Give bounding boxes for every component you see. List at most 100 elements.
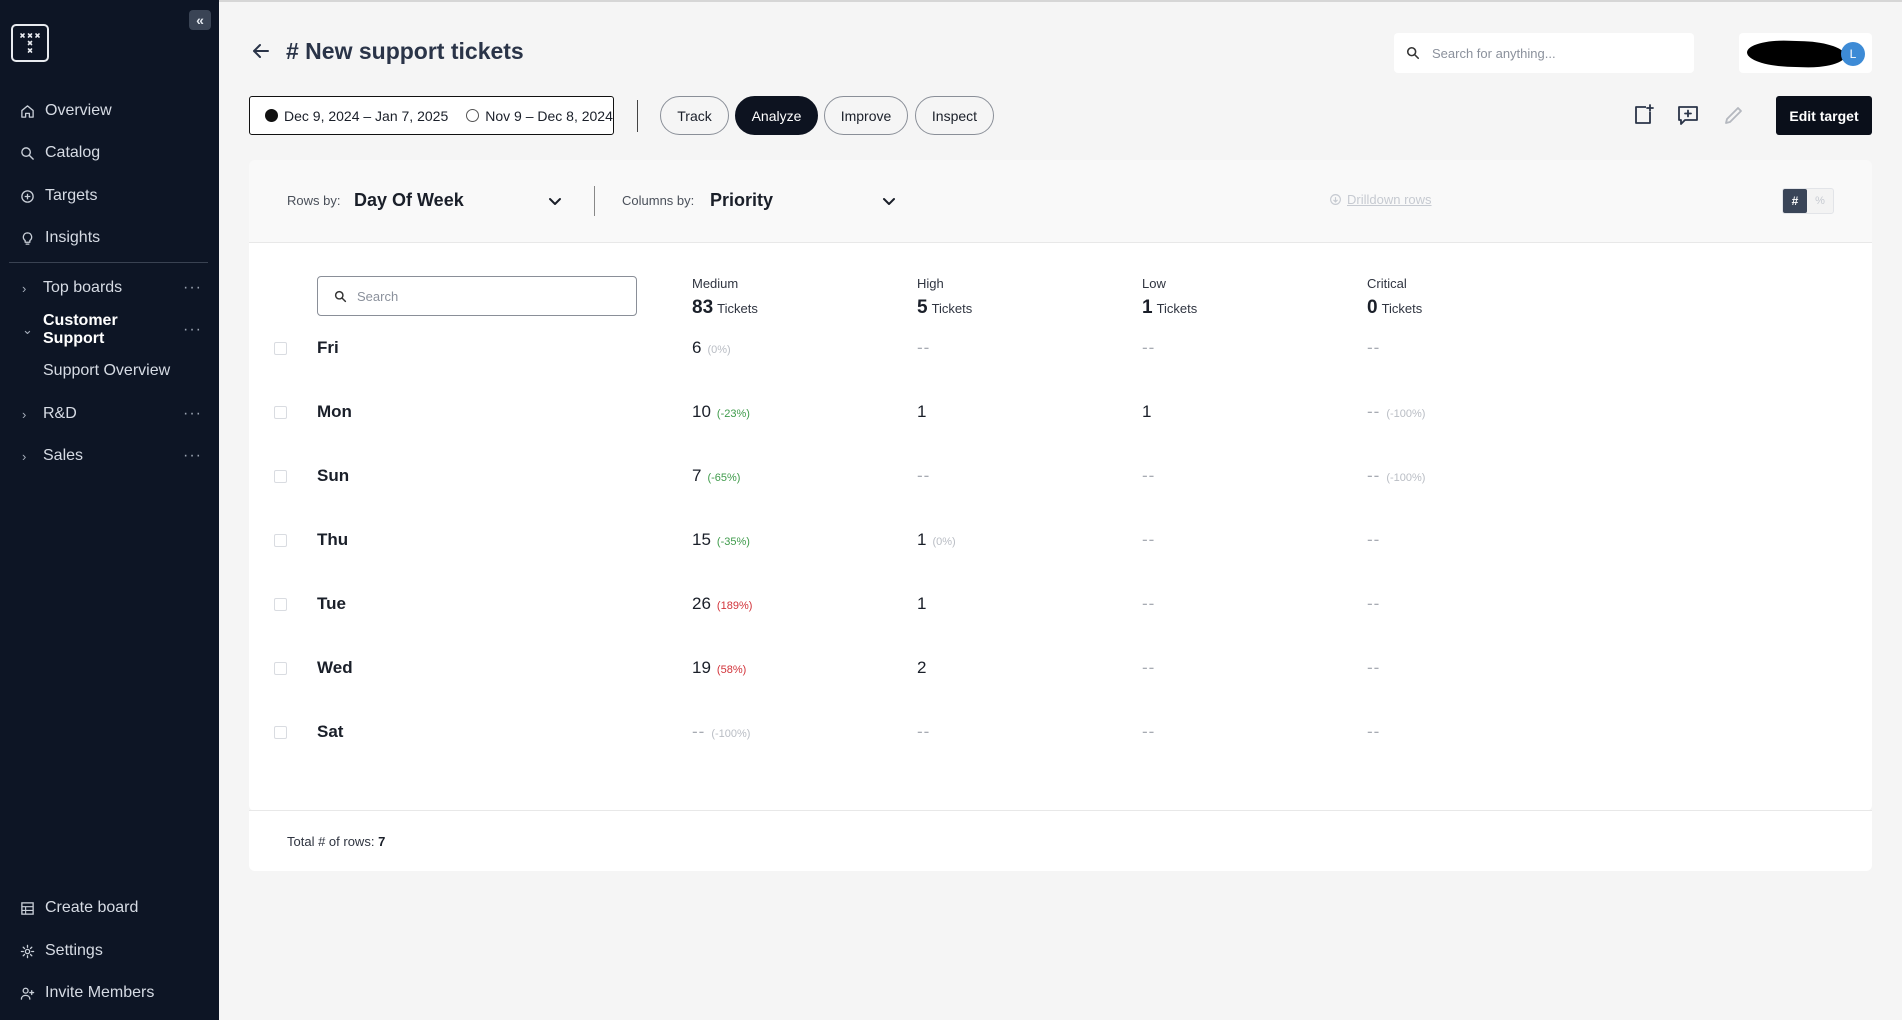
table-cell[interactable]: --	[1367, 530, 1380, 550]
table-row[interactable]: Tue 26 (189%) 1 -- --	[249, 584, 1872, 624]
table-cell[interactable]: -- (-100%)	[692, 722, 750, 742]
table-cell[interactable]: --	[1142, 594, 1155, 614]
nav-settings[interactable]: Settings	[20, 937, 103, 965]
table-cell[interactable]: 19 (58%)	[692, 658, 746, 678]
table-row[interactable]: Wed 19 (58%) 2 -- --	[249, 648, 1872, 688]
column-header-critical[interactable]: Critical 0 Tickets	[1367, 276, 1422, 319]
row-checkbox[interactable]	[274, 406, 287, 419]
date-range-selector[interactable]: Dec 9, 2024 – Jan 7, 2025 Nov 9 – Dec 8,…	[249, 96, 614, 135]
table-cell[interactable]: 6 (0%)	[692, 338, 731, 358]
table-cell[interactable]: 1	[917, 402, 926, 422]
add-to-board-icon[interactable]	[1631, 103, 1655, 127]
row-checkbox[interactable]	[274, 598, 287, 611]
board-sales[interactable]: › Sales ···	[22, 442, 212, 470]
column-header-medium[interactable]: Medium 83 Tickets	[692, 276, 758, 319]
board-top-boards[interactable]: › Top boards ···	[22, 274, 212, 302]
chevron-down-icon[interactable]	[881, 193, 897, 209]
table-row[interactable]: Fri 6 (0%) -- -- --	[249, 328, 1872, 368]
nav-insights[interactable]: Insights	[20, 224, 100, 252]
table-cell[interactable]: 15 (-35%)	[692, 530, 750, 550]
chevron-down-icon: ⌄	[22, 322, 33, 337]
cell-value: --	[1142, 594, 1156, 613]
cell-value: --	[1142, 658, 1156, 677]
row-checkbox[interactable]	[274, 342, 287, 355]
edit-pencil-icon[interactable]	[1722, 103, 1746, 127]
table-cell[interactable]: --	[1142, 466, 1155, 486]
table-row[interactable]: Sun 7 (-65%) -- -- -- (-100%)	[249, 456, 1872, 496]
table-row[interactable]: Mon 10 (-23%) 1 1 -- (-100%)	[249, 392, 1872, 432]
row-checkbox[interactable]	[274, 662, 287, 675]
rows-by-dropdown[interactable]: Day Of Week	[354, 190, 464, 211]
table-cell[interactable]: --	[1142, 530, 1155, 550]
drilldown-rows-button[interactable]: Drilldown rows	[1329, 192, 1432, 207]
global-search-input[interactable]	[1432, 45, 1672, 61]
table-cell[interactable]: 26 (189%)	[692, 594, 752, 614]
nav-catalog[interactable]: Catalog	[20, 139, 100, 167]
columns-by-dropdown[interactable]: Priority	[710, 190, 773, 211]
table-cell[interactable]: --	[917, 338, 930, 358]
column-name: Low	[1142, 276, 1166, 291]
sidebar-divider	[9, 262, 208, 263]
avatar[interactable]: L	[1841, 42, 1865, 66]
app-logo-icon[interactable]	[11, 24, 49, 62]
more-icon[interactable]: ···	[183, 321, 202, 339]
user-menu[interactable]: L	[1739, 33, 1872, 73]
tab-inspect[interactable]: Inspect	[915, 96, 994, 135]
table-row[interactable]: Sat -- (-100%) -- -- --	[249, 712, 1872, 752]
cell-value: --	[917, 466, 931, 485]
table-cell[interactable]: 10 (-23%)	[692, 402, 750, 422]
table-cell[interactable]: --	[917, 722, 930, 742]
table-cell[interactable]: --	[1142, 722, 1155, 742]
table-cell[interactable]: --	[917, 466, 930, 486]
nav-targets[interactable]: Targets	[20, 182, 97, 210]
row-checkbox[interactable]	[274, 726, 287, 739]
table-search-input[interactable]	[357, 288, 617, 304]
global-search[interactable]	[1394, 33, 1694, 73]
table-cell[interactable]: --	[1142, 338, 1155, 358]
table-cell[interactable]: -- (-100%)	[1367, 402, 1425, 422]
table-search[interactable]	[317, 276, 637, 316]
more-icon[interactable]: ···	[183, 447, 202, 465]
compare-range-radio[interactable]	[466, 109, 480, 122]
table-cell[interactable]: 2	[917, 658, 926, 678]
nav-create-board[interactable]: Create board	[20, 894, 138, 922]
row-checkbox[interactable]	[274, 534, 287, 547]
table-cell[interactable]: -- (-100%)	[1367, 466, 1425, 486]
board-customer-support[interactable]: ⌄ Customer Support ···	[22, 312, 212, 347]
row-label: Thu	[317, 530, 349, 549]
table-cell[interactable]: 1	[917, 594, 926, 614]
tab-analyze[interactable]: Analyze	[735, 96, 818, 135]
nav-invite-members[interactable]: Invite Members	[20, 979, 154, 1007]
tab-improve[interactable]: Improve	[824, 96, 908, 135]
add-comment-icon[interactable]	[1676, 103, 1700, 127]
board-rnd[interactable]: › R&D ···	[22, 400, 212, 428]
board-support-overview[interactable]: Support Overview	[43, 358, 170, 384]
more-icon[interactable]: ···	[183, 279, 202, 297]
table-cell[interactable]: 1	[1142, 402, 1151, 422]
nav-overview[interactable]: Overview	[20, 97, 112, 125]
table-cell[interactable]: --	[1367, 338, 1380, 358]
tab-track[interactable]: Track	[660, 96, 729, 135]
more-icon[interactable]: ···	[183, 405, 202, 423]
cell-delta: (-23%)	[716, 408, 750, 420]
back-arrow-icon[interactable]	[250, 40, 272, 62]
table-cell[interactable]: 1 (0%)	[917, 530, 956, 550]
table-cell[interactable]: --	[1142, 658, 1155, 678]
toggle-percent-button[interactable]: %	[1807, 189, 1833, 213]
table-row[interactable]: Thu 15 (-35%) 1 (0%) -- --	[249, 520, 1872, 560]
row-checkbox[interactable]	[274, 470, 287, 483]
table-cell[interactable]: --	[1367, 658, 1380, 678]
table-cell[interactable]: 7 (-65%)	[692, 466, 740, 486]
board-sales-label: Sales	[43, 447, 84, 464]
board-support-overview-label: Support Overview	[43, 362, 171, 379]
table-cell[interactable]: --	[1367, 722, 1380, 742]
chevron-down-icon[interactable]	[547, 193, 563, 209]
column-header-high[interactable]: High 5 Tickets	[917, 276, 972, 319]
toggle-count-button[interactable]: #	[1783, 189, 1807, 213]
current-range-radio[interactable]	[265, 109, 278, 122]
collapse-sidebar-button[interactable]: «	[189, 10, 211, 30]
table-cell[interactable]: --	[1367, 594, 1380, 614]
pivot-controls: Rows by: Day Of Week Columns by: Priorit…	[249, 160, 1872, 243]
column-header-low[interactable]: Low 1 Tickets	[1142, 276, 1197, 319]
edit-target-button[interactable]: Edit target	[1776, 96, 1872, 135]
